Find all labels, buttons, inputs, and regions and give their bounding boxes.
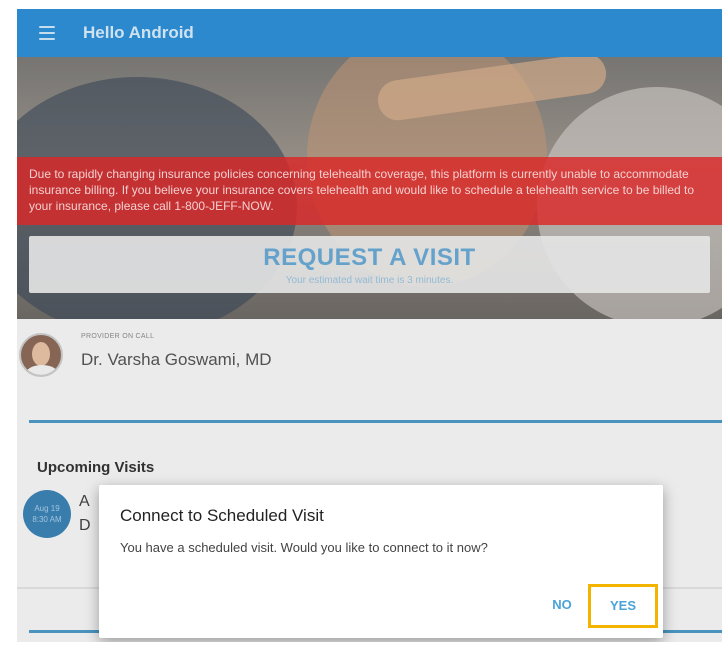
app-screen: Hello Android Due to rapidly changing in… (17, 9, 722, 642)
dialog-title: Connect to Scheduled Visit (120, 506, 324, 525)
no-button[interactable]: NO (547, 595, 577, 615)
yes-button[interactable]: YES (588, 584, 658, 628)
dialog-message: You have a scheduled visit. Would you li… (120, 540, 488, 555)
connect-visit-dialog: Connect to Scheduled Visit You have a sc… (99, 485, 663, 638)
